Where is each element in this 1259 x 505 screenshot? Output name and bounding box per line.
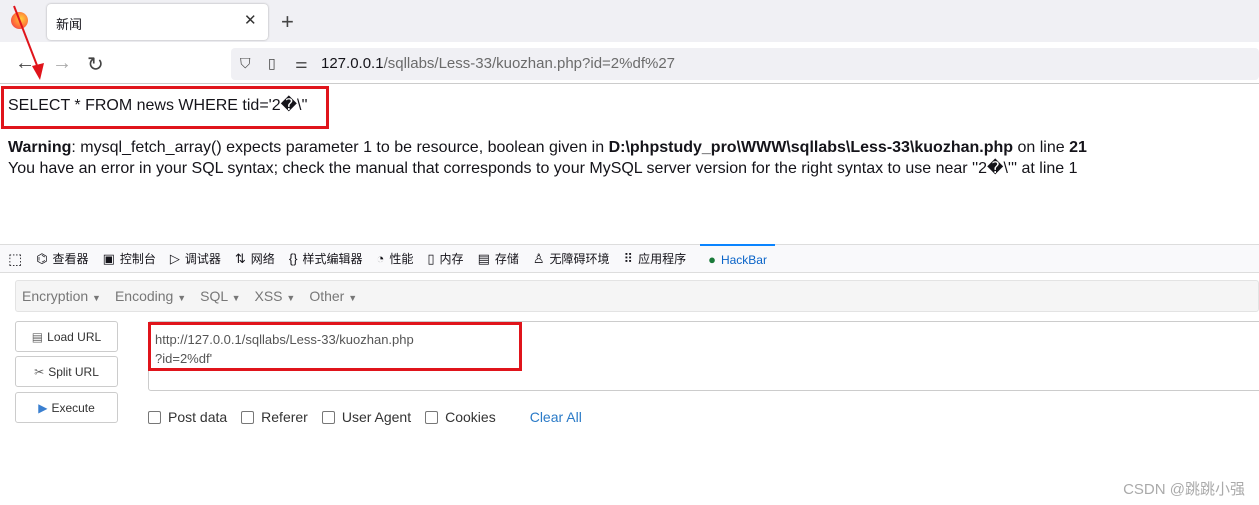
devtools-tab-label: 应用程序	[638, 252, 687, 266]
split-url-label: Split URL	[48, 364, 99, 379]
devtools-tab-label: 无障碍环境	[549, 252, 610, 266]
load-url-label: Load URL	[47, 329, 102, 344]
caret-down-icon: ▼	[286, 293, 296, 303]
page-icon: ▯	[268, 55, 276, 71]
element-picker-icon[interactable]: ⬚	[8, 250, 22, 268]
reload-icon[interactable]: ↻	[87, 52, 104, 77]
devtools-toolbar: ⬚ ⌬ 查看器 ▣ 控制台 ▷ 调试器 ⇅ 网络 {} 样式编辑器 ◔ 性能 ▯ 内存 ▤ 存储 ♙ 无障碍环境 ⠿…	[0, 244, 1259, 273]
hackbar-menu-item[interactable]: Other ▼	[309, 288, 357, 304]
load-icon: ▤	[31, 329, 44, 344]
devtools-tab-label: 性能	[389, 252, 414, 266]
scissors-icon: ✂	[34, 364, 45, 379]
caret-down-icon: ▼	[177, 293, 187, 303]
clear-all-link[interactable]: Clear All	[530, 409, 582, 425]
devtools-tab[interactable]: ▯ 内存	[427, 250, 463, 267]
checkbox[interactable]	[425, 410, 439, 424]
devtools-tab-icon: ⠿	[623, 250, 634, 266]
warning-path: D:\phpstudy_pro\WWW\sqllabs\Less-33\kuoz…	[608, 139, 1014, 156]
option-label: User Agent	[341, 409, 412, 425]
warning-label: Warning	[8, 139, 72, 156]
hackbar-menu-item[interactable]: Encoding ▼	[115, 288, 186, 304]
devtools-tab-label: 样式编辑器	[302, 252, 363, 266]
option-label: Cookies	[445, 409, 496, 425]
sql-error: You have an error in your SQL syntax; ch…	[8, 160, 1078, 177]
checkbox[interactable]	[148, 410, 161, 424]
devtools-tab-label: 内存	[439, 252, 464, 266]
caret-down-icon: ▼	[348, 293, 358, 303]
hackbar-options: Post data Referer User Agent Cookies Clear A…	[148, 409, 582, 425]
play-icon: ▶	[38, 400, 48, 415]
url-host: 127.0.0.1	[321, 55, 384, 72]
devtools-tab[interactable]: ● HackBar	[700, 244, 775, 273]
devtools-tab-label: 调试器	[184, 252, 221, 266]
execute-button[interactable]: ▶ Execute	[15, 392, 118, 423]
hackbar-menu-item[interactable]: Encryption ▼	[22, 288, 101, 304]
hackbar-menu: Encryption ▼ Encoding ▼ SQL ▼ XSS ▼ Other ▼	[15, 280, 1259, 312]
devtools-tab-label: 控制台	[119, 252, 156, 266]
devtools-tab-icon: ●	[708, 252, 716, 267]
devtools-tab-label: 网络	[250, 252, 275, 266]
devtools-tab[interactable]: ▤ 存储	[478, 250, 519, 267]
new-tab-button[interactable]: +	[281, 9, 294, 35]
hackbar-menu-item[interactable]: XSS ▼	[254, 288, 295, 304]
devtools-tab-icon: ▯	[427, 250, 435, 266]
checkbox[interactable]	[321, 410, 335, 424]
option-checkbox[interactable]: Post data	[148, 409, 227, 425]
menu-label: XSS	[254, 288, 283, 304]
menu-label: Encoding	[114, 288, 174, 304]
devtools-tab-icon: ◔	[376, 251, 385, 266]
devtools-tab[interactable]: ▣ 控制台	[103, 250, 156, 267]
caret-down-icon: ▼	[92, 293, 101, 303]
menu-label: SQL	[200, 288, 228, 304]
hackbar-menu-item[interactable]: SQL ▼	[200, 288, 240, 304]
option-label: Referer	[261, 409, 308, 425]
shield-icon[interactable]: ⛉	[240, 55, 251, 72]
devtools-tab[interactable]: ♙ 无障碍环境	[533, 250, 610, 267]
devtools-tab-label: 存储	[494, 252, 519, 266]
devtools-tab-icon: ▣	[102, 250, 115, 266]
permissions-icon[interactable]: ⚌	[295, 55, 308, 72]
warning-text: : mysql_fetch_array() expects parameter …	[71, 139, 609, 156]
devtools-tab[interactable]: ◔ 性能	[377, 250, 414, 267]
watermark: CSDN @跳跳小强	[1123, 481, 1245, 498]
checkbox[interactable]	[241, 410, 255, 424]
devtools-tab[interactable]: ⠿ 应用程序	[624, 250, 687, 267]
warning-message: Warning: mysql_fetch_array() expects par…	[8, 137, 1087, 179]
devtools-tab-icon: ⌬	[36, 250, 48, 266]
devtools-tab-label: 查看器	[52, 252, 89, 266]
url-bar[interactable]: 127.0.0.1/sqllabs/Less-33/kuozhan.php?id…	[231, 48, 1259, 80]
option-checkbox[interactable]: Cookies	[425, 409, 496, 425]
devtools-tab-label: HackBar	[720, 252, 767, 267]
close-tab-icon[interactable]: ✕	[244, 11, 257, 29]
highlight-box	[148, 322, 522, 371]
devtools-tab-icon: ⇅	[234, 250, 246, 266]
url-path: /sqllabs/Less-33/kuozhan.php?id=2%df%27	[383, 55, 676, 72]
option-label: Post data	[168, 409, 228, 425]
menu-label: Encryption	[22, 288, 89, 304]
option-checkbox[interactable]: Referer	[241, 409, 308, 425]
devtools-tab-icon: ▤	[477, 250, 490, 266]
caret-down-icon: ▼	[231, 293, 241, 303]
devtools-tab-icon: {}	[288, 251, 298, 266]
devtools-tab-icon: ▷	[169, 250, 180, 266]
devtools-tab[interactable]: ⌬ 查看器	[36, 250, 88, 267]
execute-label: Execute	[51, 400, 95, 415]
red-arrow	[13, 5, 44, 80]
devtools-tab[interactable]: {} 样式编辑器	[289, 250, 363, 267]
option-checkbox[interactable]: User Agent	[321, 409, 412, 425]
menu-label: Other	[309, 288, 345, 304]
warning-online: on line	[1013, 139, 1070, 156]
devtools-tab-icon: ♙	[532, 250, 545, 266]
load-url-button[interactable]: ▤ Load URL	[15, 321, 118, 352]
sql-query: SELECT * FROM news WHERE tid='2�\''	[8, 97, 308, 114]
split-url-button[interactable]: ✂ Split URL	[15, 356, 118, 387]
warning-line: 21	[1069, 139, 1087, 156]
devtools-tab[interactable]: ⇅ 网络	[235, 250, 275, 267]
devtools-tab[interactable]: ▷ 调试器	[170, 250, 221, 267]
browser-tab[interactable]: 新闻	[47, 4, 268, 40]
